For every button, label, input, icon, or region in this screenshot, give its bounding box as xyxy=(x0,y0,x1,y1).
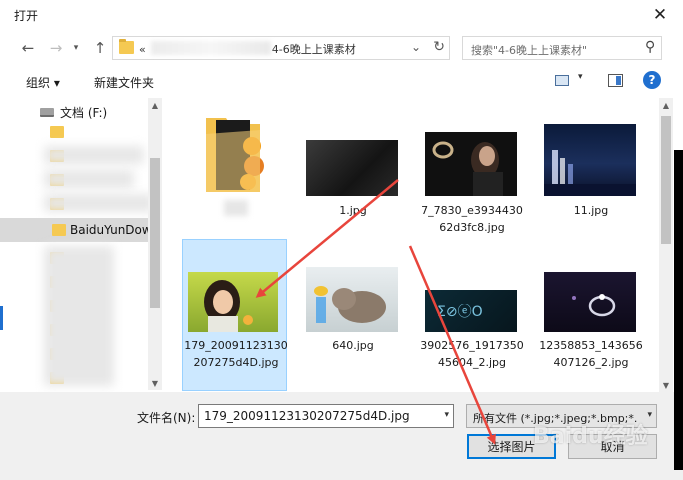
back-button[interactable]: ← xyxy=(18,38,38,58)
blurred-nav-item xyxy=(44,194,154,212)
ring-photo xyxy=(572,294,616,317)
nav-item-drive[interactable]: 文档 (F:) xyxy=(40,104,107,121)
address-bar[interactable]: «4-6晚上上课素材 ⌄ ↻ xyxy=(112,36,450,60)
filename-label: 文件名(N): xyxy=(137,411,196,425)
filename-input[interactable]: 179_20091123130207275d4D.jpg ▾ xyxy=(198,404,454,428)
view-dropdown-icon[interactable]: ▾ xyxy=(578,72,583,82)
kitten-photo xyxy=(314,286,386,323)
file-item-folder[interactable] xyxy=(202,112,264,198)
blurred-nav-item xyxy=(44,170,134,188)
close-icon: ✕ xyxy=(652,5,668,25)
refresh-icon[interactable]: ↻ xyxy=(433,39,445,55)
up-button[interactable]: ↑ xyxy=(90,38,110,58)
chevron-down-icon: ▾ xyxy=(647,410,652,420)
file-label-6[interactable]: 3902576_191735045604_2.jpg xyxy=(420,337,524,371)
scroll-up-icon[interactable]: ▲ xyxy=(148,98,162,112)
girl-portrait-photo xyxy=(204,280,253,332)
file-label-1[interactable]: 1.jpg xyxy=(301,202,405,219)
search-icon: ⚲ xyxy=(644,39,655,55)
nav-selected-label: BaiduYunDow xyxy=(70,223,152,237)
blurred-nav-items xyxy=(44,246,114,386)
scroll-down-icon[interactable]: ▼ xyxy=(659,378,673,392)
nav-scrollbar-thumb[interactable] xyxy=(150,158,160,308)
file-label-3[interactable]: 11.jpg xyxy=(539,202,643,219)
organize-button[interactable]: 组织 ▾ xyxy=(26,74,60,91)
arrow-right-icon: → xyxy=(49,39,63,57)
watermark: Baidu经验 xyxy=(533,424,648,449)
folder-icon xyxy=(52,224,66,236)
nav-drive-label: 文档 (F:) xyxy=(60,106,108,120)
navigation-bar: ← → ▾ ↑ «4-6晚上上课素材 ⌄ ↻ 搜索"4-6晚上上课素材" ⚲ xyxy=(0,30,683,66)
chevron-down-icon: ▾ xyxy=(73,43,79,53)
blurred-folder-label xyxy=(224,200,248,216)
background-window-edge xyxy=(674,150,683,470)
close-button[interactable]: ✕ xyxy=(637,0,683,30)
navigation-pane: 文档 (F:) BaiduYunDow ▲ ▼ xyxy=(0,96,164,392)
new-folder-button[interactable]: 新建文件夹 xyxy=(94,74,154,91)
file-label-5[interactable]: 640.jpg xyxy=(301,337,405,354)
title-bar: 打开 ✕ xyxy=(0,0,683,30)
scroll-down-icon[interactable]: ▼ xyxy=(148,376,162,390)
thumbnail-4[interactable] xyxy=(188,272,278,332)
left-accent-bar xyxy=(0,306,3,330)
content-scrollbar-thumb[interactable] xyxy=(661,116,671,244)
filename-value: 179_20091123130207275d4D.jpg xyxy=(204,409,410,423)
nav-scrollbar[interactable]: ▲ ▼ xyxy=(148,98,162,390)
thumbnail-3[interactable] xyxy=(544,124,636,196)
city-night-photo xyxy=(544,150,636,196)
preview-pane-icon[interactable] xyxy=(608,74,623,87)
folder-icon xyxy=(119,39,134,54)
search-placeholder: 搜索"4-6晚上上课素材" xyxy=(471,44,588,57)
file-label-7[interactable]: 12358853_143656407126_2.jpg xyxy=(539,337,643,371)
thumbnail-5[interactable] xyxy=(306,267,398,332)
file-label-2[interactable]: 7_7830_e393443062d3fc8.jpg xyxy=(420,202,524,236)
recent-locations-button[interactable]: ▾ xyxy=(66,38,86,58)
scroll-up-icon[interactable]: ▲ xyxy=(659,98,673,112)
search-box[interactable]: 搜索"4-6晚上上课素材" ⚲ xyxy=(462,36,662,60)
chevron-down-icon[interactable]: ▾ xyxy=(444,410,449,420)
folder-thumbnail xyxy=(206,118,264,192)
thumbnail-7[interactable] xyxy=(544,272,636,332)
drive-icon xyxy=(40,108,54,117)
thumbnail-1[interactable] xyxy=(306,140,398,196)
svg-text:Ʃ⊘ⓔO: Ʃ⊘ⓔO xyxy=(437,304,483,320)
jewelry-photo xyxy=(432,141,503,196)
arrow-up-icon: ↑ xyxy=(93,39,107,57)
thumbnail-6[interactable]: Ʃ⊘ⓔO xyxy=(425,290,517,332)
jewelry-logo-photo: Ʃ⊘ⓔO xyxy=(437,304,483,320)
arrow-left-icon: ← xyxy=(21,39,35,57)
forward-button[interactable]: → xyxy=(46,38,66,58)
content-scrollbar[interactable]: ▲ ▼ xyxy=(659,98,673,392)
window-title: 打开 xyxy=(14,9,39,23)
command-bar: 组织 ▾ 新建文件夹 ▾ ? xyxy=(0,66,683,96)
blurred-path-segment xyxy=(151,41,271,55)
chevron-down-icon[interactable]: ⌄ xyxy=(411,40,421,54)
view-icon[interactable] xyxy=(555,75,569,86)
help-icon[interactable]: ? xyxy=(643,71,661,89)
thumbnail-2[interactable] xyxy=(425,132,517,196)
blurred-nav-item xyxy=(44,146,144,164)
file-label-4[interactable]: 179_20091123130207275d4D.jpg xyxy=(184,337,288,371)
folder-icon xyxy=(50,126,64,138)
